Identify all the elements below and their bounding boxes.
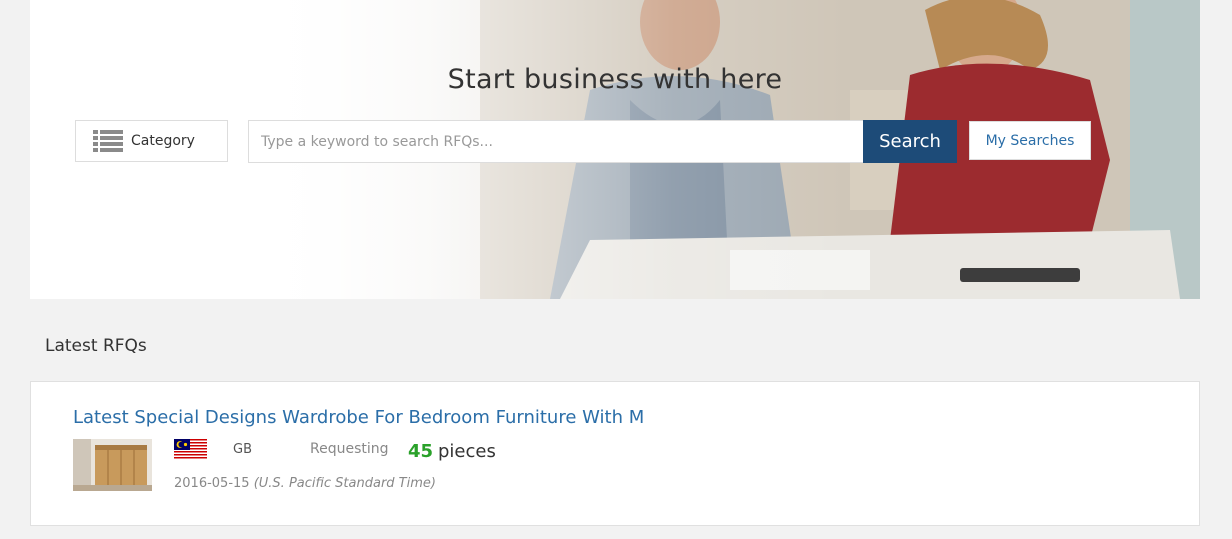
date-value: 2016-05-15: [174, 476, 250, 491]
wardrobe-thumbnail[interactable]: [73, 439, 152, 491]
category-label: Category: [131, 133, 195, 149]
rfq-card: Latest Special Designs Wardrobe For Bedr…: [30, 381, 1200, 526]
posted-date: 2016-05-15 (U.S. Pacific Standard Time): [174, 476, 436, 491]
country-code: GB: [233, 442, 252, 457]
quantity-value: 45: [408, 441, 434, 462]
section-title: Latest RFQs: [45, 336, 147, 356]
timezone-note: (U.S. Pacific Standard Time): [253, 476, 436, 491]
malaysia-flag-icon: [174, 439, 207, 459]
search-button[interactable]: Search: [863, 120, 957, 163]
requesting-label: Requesting: [310, 441, 389, 457]
hero-title: Start business with here: [447, 64, 783, 95]
quantity-unit: pieces: [438, 441, 496, 462]
my-searches-button[interactable]: My Searches: [969, 121, 1091, 160]
category-button[interactable]: Category: [75, 120, 228, 162]
list-icon: [93, 130, 123, 152]
rfq-title-link[interactable]: Latest Special Designs Wardrobe For Bedr…: [73, 407, 644, 428]
search-input[interactable]: [248, 120, 864, 163]
hero-banner: Start business with here Category Search…: [30, 0, 1200, 299]
